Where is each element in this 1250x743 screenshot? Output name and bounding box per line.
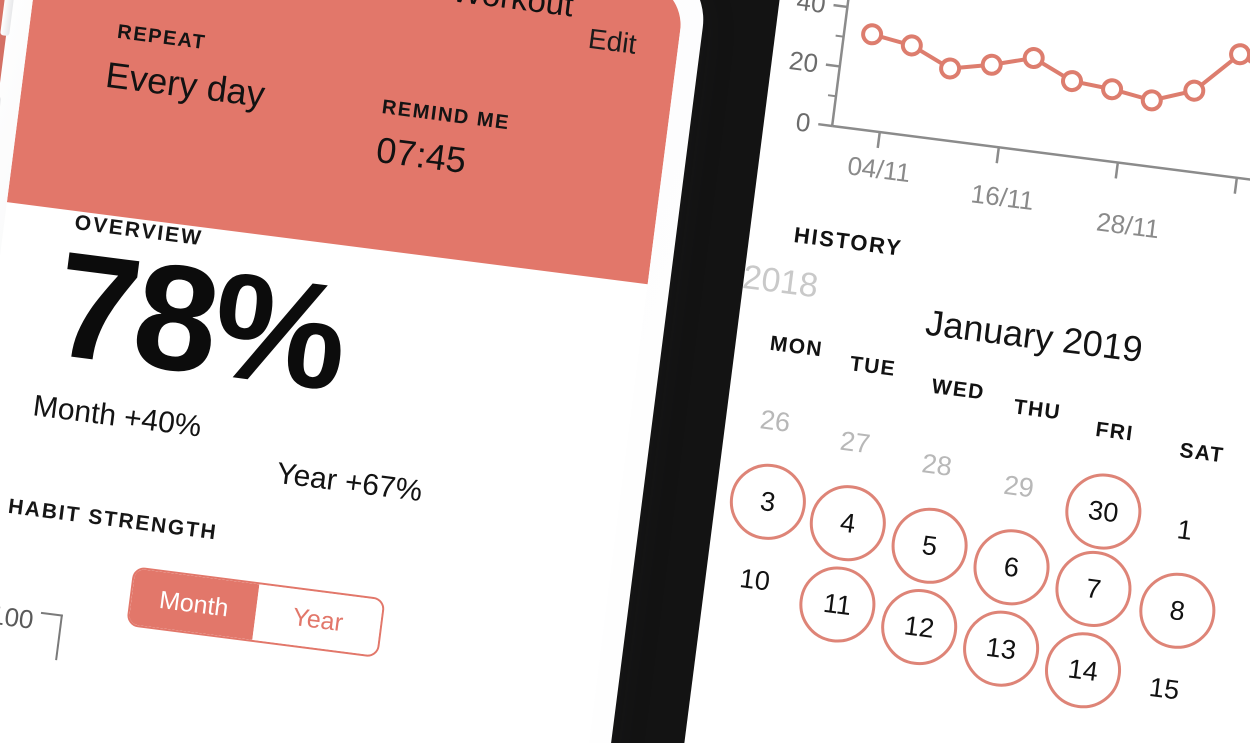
calendar-day-27[interactable]: 27 bbox=[816, 403, 894, 481]
calendar-day-29[interactable]: 29 bbox=[980, 447, 1058, 525]
edit-button[interactable]: Edit bbox=[586, 23, 638, 61]
calendar-weekday-sat: SAT bbox=[1178, 438, 1226, 468]
xtick-label-2: 28/11 bbox=[1095, 206, 1161, 244]
chart-point-1[interactable] bbox=[900, 34, 923, 57]
calendar-day-8[interactable]: 8 bbox=[1134, 568, 1220, 654]
toggle-option-year[interactable]: Year bbox=[252, 584, 384, 656]
calendar-weekday-fri: FRI bbox=[1094, 418, 1135, 446]
habit-chart-ytick-100: 100 bbox=[0, 599, 36, 635]
calendar-grid: 26 27 28 29 30 1 3 4 5 6 7 8 10 11 12 13 14 15 bbox=[725, 380, 1250, 713]
calendar-day-14[interactable]: 14 bbox=[1040, 627, 1126, 713]
calendar-day-7[interactable]: 7 bbox=[1050, 546, 1136, 632]
phone-volume-up-button[interactable] bbox=[0, 95, 2, 188]
ytick-0: 0 bbox=[794, 106, 812, 138]
habit-strength-range-toggle[interactable]: Month Year bbox=[126, 566, 386, 659]
calendar-day-30[interactable]: 30 bbox=[1060, 469, 1146, 555]
chart-x-labels: 04/11 16/11 28/11 bbox=[846, 150, 1161, 244]
chart-point-2[interactable] bbox=[939, 57, 962, 80]
overview-year-delta: Year +67% bbox=[274, 456, 425, 509]
habit-chart-ytick-mark bbox=[40, 611, 63, 617]
calendar-weekday-thu: THU bbox=[1012, 395, 1063, 425]
chart-point-0[interactable] bbox=[861, 23, 884, 46]
calendar-day-4[interactable]: 4 bbox=[805, 480, 891, 566]
habit-chart-y-axis bbox=[55, 614, 63, 661]
chart-point-3[interactable] bbox=[980, 53, 1003, 76]
calendar-day-13[interactable]: 13 bbox=[958, 606, 1044, 692]
chart-point-9[interactable] bbox=[1229, 43, 1250, 66]
chart-line-path bbox=[870, 32, 1250, 103]
calendar-weekday-mon: MON bbox=[768, 331, 825, 362]
chart-point-8[interactable] bbox=[1183, 79, 1206, 102]
chart-x-ticks bbox=[876, 131, 1239, 194]
calendar-day-11[interactable]: 11 bbox=[794, 561, 880, 648]
ytick-40: 40 bbox=[795, 0, 827, 19]
left-phone-screen: Back Morning 15 min Workout Edit REPEAT … bbox=[0, 0, 686, 743]
overview-percent: 78% bbox=[45, 218, 354, 423]
calendar-day-15[interactable]: 15 bbox=[1125, 650, 1203, 728]
chart-point-5[interactable] bbox=[1060, 70, 1083, 93]
calendar-weekday-tue: TUE bbox=[848, 352, 898, 381]
chart-series-line bbox=[861, 23, 1250, 112]
habit-strength-label: HABIT STRENGTH bbox=[6, 494, 219, 545]
calendar-day-6[interactable]: 6 bbox=[969, 524, 1055, 610]
calendar-day-1[interactable]: 1 bbox=[1146, 491, 1224, 569]
screenshot-stage: 0 20 40 60 80 04/11 bbox=[0, 0, 1250, 743]
calendar-weekday-wed: WED bbox=[930, 374, 987, 405]
calendar-day-5[interactable]: 5 bbox=[887, 503, 973, 589]
phone-mockup-left: Back Morning 15 min Workout Edit REPEAT … bbox=[0, 0, 711, 743]
calendar-day-3[interactable]: 3 bbox=[725, 459, 811, 545]
xtick-label-0: 04/11 bbox=[846, 150, 912, 188]
ytick-20: 20 bbox=[787, 45, 819, 78]
history-section-label: HISTORY bbox=[792, 222, 904, 261]
calendar-day-26[interactable]: 26 bbox=[736, 382, 814, 460]
calendar-day-28[interactable]: 28 bbox=[898, 426, 976, 504]
chart-point-6[interactable] bbox=[1101, 78, 1124, 101]
chart-y-axis bbox=[830, 0, 871, 127]
xtick-label-1: 16/11 bbox=[969, 178, 1035, 216]
calendar-current-month-label: January 2019 bbox=[923, 301, 1146, 371]
toggle-option-month[interactable]: Month bbox=[128, 568, 260, 640]
calendar-day-10[interactable]: 10 bbox=[716, 541, 794, 619]
chart-point-7[interactable] bbox=[1140, 89, 1163, 112]
calendar-day-12[interactable]: 12 bbox=[876, 584, 962, 670]
chart-point-4[interactable] bbox=[1022, 47, 1045, 70]
